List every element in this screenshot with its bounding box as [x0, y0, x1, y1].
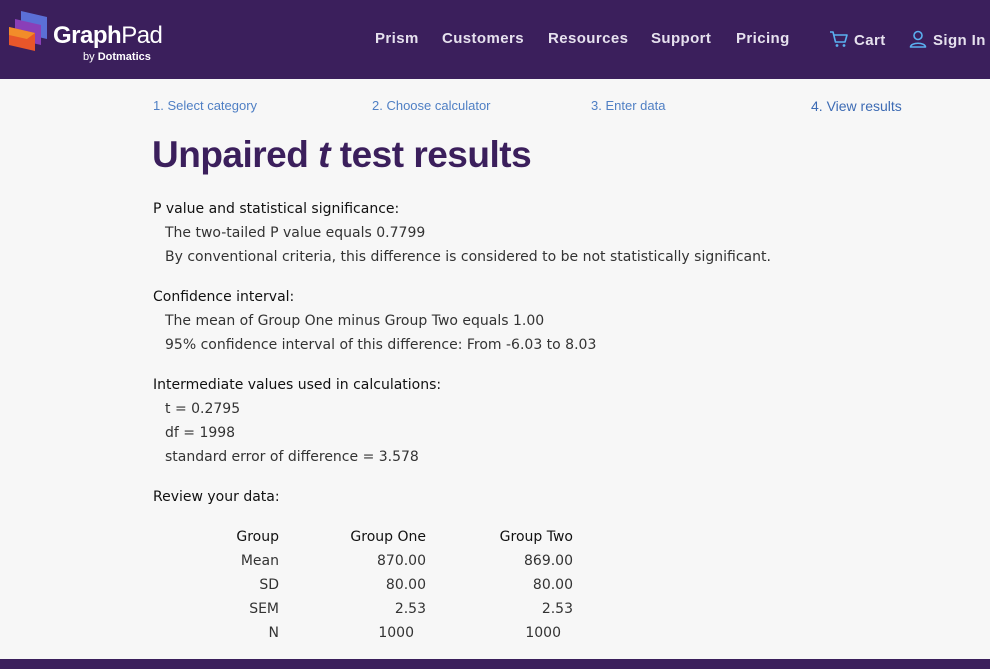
pvalue-heading: P value and statistical significance: [153, 201, 400, 217]
shopping-cart-icon [830, 31, 848, 47]
table-cell: 2.53 [394, 601, 426, 617]
review-data-heading: Review your data: [153, 489, 280, 505]
wizard-steps: 1. Select category 2. Choose calculator … [0, 98, 990, 116]
nav-item-support[interactable]: Support [651, 30, 711, 47]
table-cell: 869.00 [524, 553, 573, 569]
nav-item-pricing[interactable]: Pricing [736, 30, 790, 47]
table-cell: 1000 [378, 625, 414, 641]
footer-bar [0, 659, 990, 669]
table-row-label: Mean [240, 553, 279, 569]
table-cell: 1000 [525, 625, 561, 641]
table-row-label: SD [259, 577, 279, 593]
mean-difference-line: The mean of Group One minus Group Two eq… [165, 313, 545, 329]
step-select-category[interactable]: 1. Select category [153, 98, 257, 113]
intermediate-values-heading: Intermediate values used in calculations… [153, 377, 442, 393]
logo-byline: by Dotmatics [83, 51, 151, 63]
page-title: Unpaired t test results [152, 134, 532, 175]
sign-in-link[interactable]: Sign In [908, 30, 986, 49]
cart-label: Cart [854, 32, 886, 49]
main-nav: Prism Customers Resources Support Pricin… [0, 30, 990, 50]
cart-link[interactable]: Cart [829, 30, 886, 49]
confidence-interval-heading: Confidence interval: [153, 289, 295, 305]
step-choose-calculator[interactable]: 2. Choose calculator [372, 98, 491, 113]
table-cell: 2.53 [541, 601, 573, 617]
standard-error-line: standard error of difference = 3.578 [165, 449, 419, 465]
confidence-interval-line: 95% confidence interval of this differen… [165, 337, 597, 353]
nav-item-customers[interactable]: Customers [442, 30, 524, 47]
step-view-results[interactable]: 4. View results [811, 98, 902, 114]
sign-in-label: Sign In [933, 32, 986, 49]
table-cell: 80.00 [385, 577, 426, 593]
step-enter-data[interactable]: 3. Enter data [591, 98, 665, 113]
top-navigation-bar: GraphPad by Dotmatics Prism Customers Re… [0, 0, 990, 79]
table-cell: 870.00 [377, 553, 426, 569]
table-header-group: Group [236, 529, 279, 545]
significance-line: By conventional criteria, this differenc… [165, 249, 771, 265]
table-header-group-one: Group One [350, 529, 426, 545]
nav-item-resources[interactable]: Resources [548, 30, 628, 47]
df-line: df = 1998 [165, 425, 236, 441]
table-cell: 80.00 [532, 577, 573, 593]
user-icon [909, 30, 927, 48]
table-row-label: SEM [249, 601, 279, 617]
t-value-line: t = 0.2795 [165, 401, 241, 417]
table-row-label: N [268, 625, 279, 641]
table-header-group-two: Group Two [499, 529, 573, 545]
pvalue-line: The two-tailed P value equals 0.7799 [165, 225, 426, 241]
nav-item-prism[interactable]: Prism [375, 30, 419, 47]
